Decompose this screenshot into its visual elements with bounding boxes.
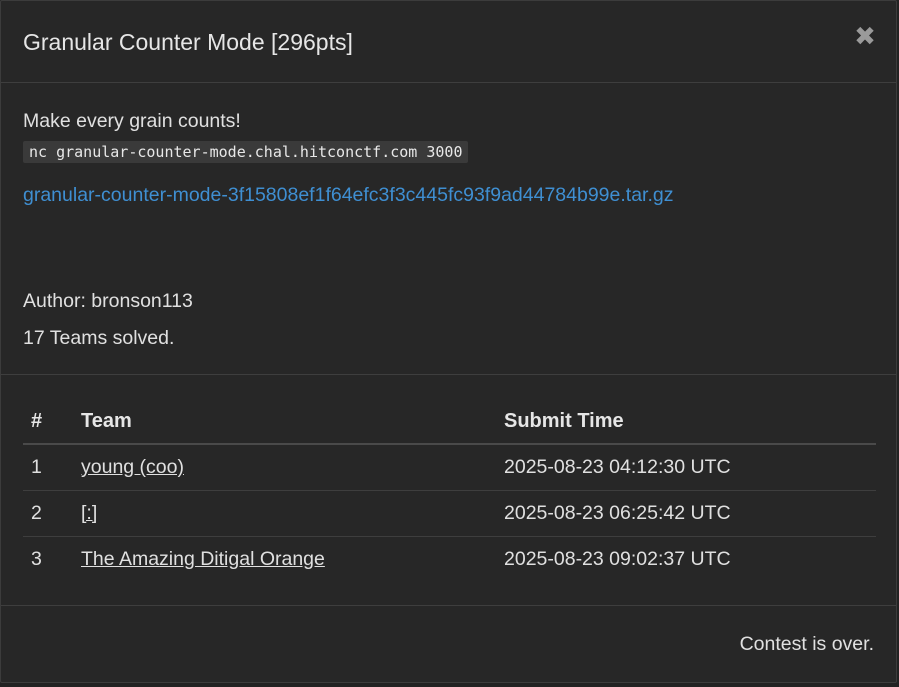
challenge-description: Make every grain counts! nc granular-cou… [1, 83, 896, 375]
row-submit-time: 2025-08-23 06:25:42 UTC [504, 490, 876, 537]
description-text: Make every grain counts! [23, 110, 241, 132]
solved-count: 17 Teams solved. [23, 327, 175, 349]
modal-footer: Contest is over. [1, 606, 896, 682]
row-rank: 3 [31, 548, 42, 570]
close-icon[interactable]: ✖ [854, 23, 876, 49]
header-submit-time: Submit Time [504, 399, 876, 445]
table-header-row: # Team Submit Time [23, 399, 876, 445]
row-submit-time: 2025-08-23 09:02:37 UTC [504, 548, 731, 570]
team-link[interactable]: [:] [81, 502, 97, 524]
modal-title: Granular Counter Mode [296pts] [23, 29, 353, 55]
team-link[interactable]: young (coo) [81, 456, 184, 478]
row-team-cell: [:] [81, 490, 504, 537]
solves-table: # Team Submit Time 1 young (coo) 2025-08… [23, 399, 876, 582]
header-team: Team [81, 399, 504, 445]
download-link[interactable]: granular-counter-mode-3f15808ef1f64efc3f… [23, 183, 673, 207]
challenge-modal: Granular Counter Mode [296pts] ✖ Make ev… [0, 0, 897, 683]
solves-section: # Team Submit Time 1 young (coo) 2025-08… [1, 375, 896, 606]
team-link[interactable]: The Amazing Ditigal Orange [81, 548, 325, 570]
table-row: 2 [:] 2025-08-23 06:25:42 UTC [23, 490, 876, 537]
row-team-cell: The Amazing Ditigal Orange [81, 537, 504, 583]
author-text: Author: bronson113 [23, 290, 193, 312]
contest-status: Contest is over. [739, 633, 874, 655]
row-rank: 2 [23, 490, 81, 537]
row-rank: 1 [23, 444, 81, 491]
table-row: 3 The Amazing Ditigal Orange 2025-08-23 … [23, 537, 876, 583]
connection-command: nc granular-counter-mode.chal.hitconctf.… [23, 141, 469, 163]
row-submit-time: 2025-08-23 04:12:30 UTC [504, 444, 876, 491]
row-team-cell: young (coo) [81, 444, 504, 491]
header-rank: # [23, 399, 81, 445]
table-row: 1 young (coo) 2025-08-23 04:12:30 UTC [23, 444, 876, 491]
modal-header: Granular Counter Mode [296pts] ✖ [1, 1, 896, 83]
